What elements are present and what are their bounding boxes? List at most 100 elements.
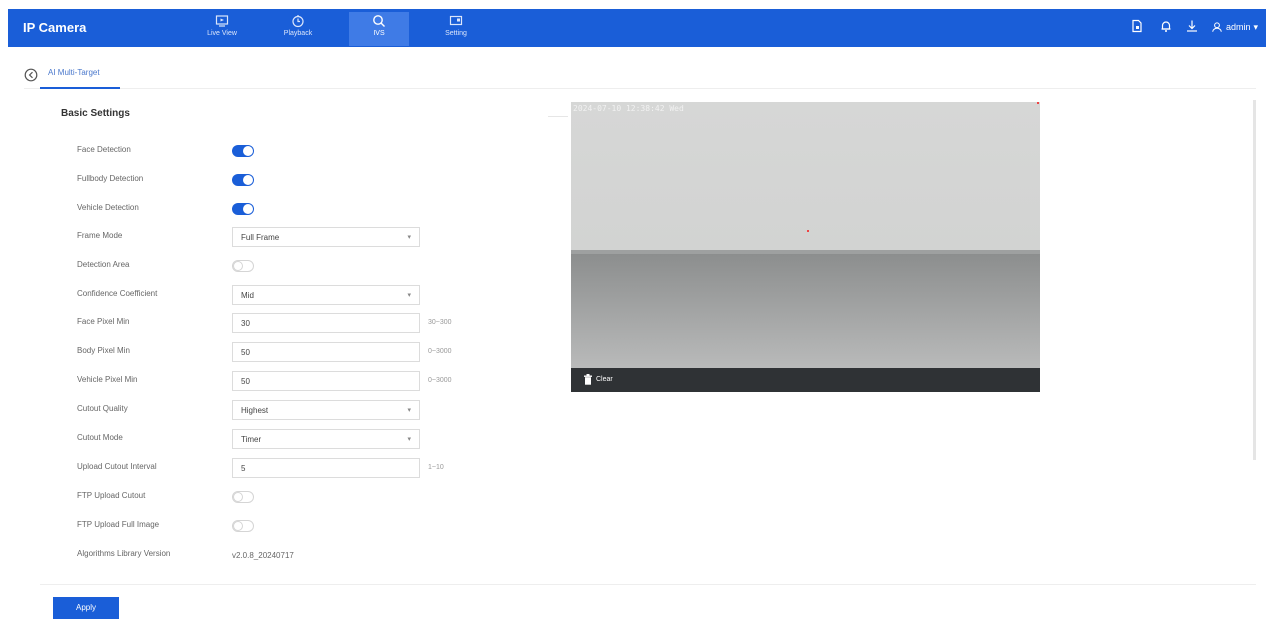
nav-playback[interactable]: Playback	[268, 12, 328, 46]
face-pixel-min-input[interactable]: 30	[232, 313, 420, 333]
preview-toolbar: Clear	[571, 368, 1040, 392]
row-vehicle-detection: Vehicle Detection	[77, 199, 497, 221]
tab-ai-multi-target[interactable]: AI Multi-Target	[42, 68, 106, 88]
preview-timestamp: 2024-07-10 12:38:42 Wed	[573, 104, 684, 113]
row-fullbody-detection: Fullbody Detection	[77, 170, 497, 192]
row-cutout-mode: Cutout Mode Timer ▾	[77, 429, 497, 451]
upload-interval-input[interactable]: 5	[232, 458, 420, 478]
row-ftp-upload-full-image: FTP Upload Full Image	[77, 516, 497, 538]
cutout-mode-select[interactable]: Timer ▾	[232, 429, 420, 449]
apply-button[interactable]: Apply	[53, 597, 119, 619]
nav-setting[interactable]: Setting	[426, 12, 486, 46]
confidence-value: Mid	[241, 291, 254, 300]
confidence-select[interactable]: Mid ▾	[232, 285, 420, 305]
ftp-full-image-label: FTP Upload Full Image	[77, 520, 160, 529]
row-algorithms-version: Algorithms Library Version v2.0.8_202407…	[77, 545, 497, 567]
row-frame-mode: Frame Mode Full Frame ▾	[77, 227, 497, 249]
detection-area-toggle[interactable]	[232, 260, 254, 272]
fullbody-detection-toggle[interactable]	[232, 174, 254, 186]
body-pixel-min-input[interactable]: 50	[232, 342, 420, 362]
row-body-pixel-min: Body Pixel Min 50 0~3000	[77, 342, 497, 364]
preview-scene-lower	[571, 254, 1040, 368]
page-scrollbar[interactable]	[1253, 100, 1256, 460]
algo-version-label: Algorithms Library Version	[77, 549, 171, 558]
cutout-quality-label: Cutout Quality	[77, 404, 128, 413]
row-detection-area: Detection Area	[77, 256, 497, 278]
chevron-down-icon: ▾	[1253, 21, 1258, 32]
clock-icon	[292, 15, 304, 28]
row-upload-cutout-interval: Upload Cutout Interval 5 1~10	[77, 458, 497, 480]
bell-icon[interactable]	[1159, 19, 1173, 33]
row-cutout-quality: Cutout Quality Highest ▾	[77, 400, 497, 422]
cutout-mode-value: Timer	[241, 435, 262, 444]
cutout-quality-select[interactable]: Highest ▾	[232, 400, 420, 420]
frame-mode-label: Frame Mode	[77, 231, 123, 240]
ftp-cutout-label: FTP Upload Cutout	[77, 491, 146, 500]
nav-live-view[interactable]: Live View	[192, 12, 252, 46]
fullbody-detection-label: Fullbody Detection	[77, 174, 144, 183]
preview-scene-upper	[571, 102, 1040, 252]
document-icon[interactable]	[1130, 19, 1144, 33]
face-detection-label: Face Detection	[77, 145, 131, 154]
clear-button[interactable]: Clear	[583, 374, 613, 385]
row-face-pixel-min: Face Pixel Min 30 30~300	[77, 313, 497, 335]
upload-interval-label: Upload Cutout Interval	[77, 462, 157, 471]
chevron-down-icon: ▾	[407, 234, 411, 241]
user-name: admin	[1225, 22, 1251, 32]
body-pixel-min-label: Body Pixel Min	[77, 346, 130, 355]
settings-monitor-icon	[449, 15, 463, 26]
body-pixel-min-range: 0~3000	[428, 348, 452, 355]
nav-playback-label: Playback	[283, 30, 313, 37]
nav-setting-label: Setting	[445, 30, 467, 37]
ai-search-icon	[373, 15, 385, 27]
footer-divider	[40, 584, 1256, 585]
back-icon[interactable]	[24, 68, 38, 82]
top-nav-bar: IP Camera Live View Playback IVS Setting	[8, 9, 1266, 47]
clear-label: Clear	[596, 376, 613, 383]
download-icon[interactable]	[1185, 19, 1199, 33]
chevron-down-icon: ▾	[407, 436, 411, 443]
preview-marker	[807, 230, 809, 232]
cutout-mode-label: Cutout Mode	[77, 433, 123, 442]
vehicle-pixel-min-range: 0~3000	[428, 377, 452, 384]
section-divider	[548, 116, 568, 117]
row-vehicle-pixel-min: Vehicle Pixel Min 50 0~3000	[77, 371, 497, 393]
user-menu[interactable]: admin ▾	[1211, 21, 1258, 33]
face-pixel-min-range: 30~300	[428, 319, 452, 326]
upload-interval-value: 5	[241, 464, 246, 473]
body-pixel-min-value: 50	[241, 348, 250, 357]
monitor-icon	[215, 15, 229, 27]
tab-active-indicator	[40, 87, 120, 89]
preview-marker	[1037, 102, 1039, 104]
face-pixel-min-value: 30	[241, 319, 250, 328]
face-detection-toggle[interactable]	[232, 145, 254, 157]
video-preview[interactable]: 2024-07-10 12:38:42 Wed Clear	[571, 102, 1040, 392]
nav-live-view-label: Live View	[207, 30, 237, 37]
nav-ivs-label: IVS	[373, 30, 385, 37]
upload-interval-range: 1~10	[428, 464, 444, 471]
chevron-down-icon: ▾	[407, 407, 411, 414]
ftp-full-image-toggle[interactable]	[232, 520, 254, 532]
cutout-quality-value: Highest	[241, 406, 269, 415]
user-icon	[1212, 22, 1222, 32]
vehicle-detection-label: Vehicle Detection	[77, 203, 139, 212]
vehicle-detection-toggle[interactable]	[232, 203, 254, 215]
frame-mode-select[interactable]: Full Frame ▾	[232, 227, 420, 247]
row-ftp-upload-cutout: FTP Upload Cutout	[77, 487, 497, 509]
nav-ivs[interactable]: IVS	[349, 12, 409, 46]
row-face-detection: Face Detection	[77, 141, 497, 163]
vehicle-pixel-min-label: Vehicle Pixel Min	[77, 375, 138, 384]
app-title: IP Camera	[23, 20, 87, 35]
row-confidence-coefficient: Confidence Coefficient Mid ▾	[77, 285, 497, 307]
face-pixel-min-label: Face Pixel Min	[77, 317, 130, 326]
vehicle-pixel-min-value: 50	[241, 377, 250, 386]
detection-area-label: Detection Area	[77, 260, 130, 269]
ftp-cutout-toggle[interactable]	[232, 491, 254, 503]
frame-mode-value: Full Frame	[241, 233, 280, 242]
algo-version-value: v2.0.8_20240717	[232, 551, 294, 560]
confidence-label: Confidence Coefficient	[77, 289, 158, 298]
trash-icon	[584, 374, 592, 385]
vehicle-pixel-min-input[interactable]: 50	[232, 371, 420, 391]
section-title: Basic Settings	[61, 108, 130, 119]
chevron-down-icon: ▾	[407, 292, 411, 299]
